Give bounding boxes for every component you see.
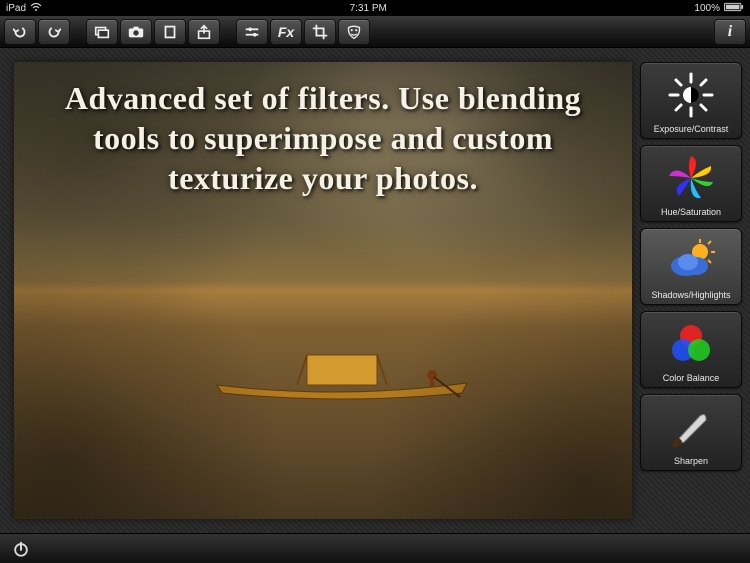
fx-label: Fx [278,24,294,40]
filter-label: Exposure/Contrast [654,124,729,134]
filter-label: Sharpen [674,456,708,466]
bottom-bar [0,533,750,563]
battery-pct: 100% [694,3,720,14]
main-area: Advanced set of filters. Use blending to… [0,48,750,533]
filter-exposure-contrast[interactable]: Exposure/Contrast [640,62,742,139]
battery-icon [724,2,744,15]
filters-panel: Exposure/Contrast [638,48,750,533]
canvas[interactable]: Advanced set of filters. Use blending to… [14,62,632,519]
status-bar: iPad 7:31 PM 100% [0,0,750,16]
filter-label: Color Balance [663,373,720,383]
rgb-circles-icon [665,318,717,370]
filter-hue-saturation[interactable]: Hue/Saturation [640,145,742,222]
crop-button[interactable] [304,19,336,45]
filter-shadows-highlights[interactable]: Shadows/Highlights [640,228,742,305]
filter-label: Shadows/Highlights [651,290,730,300]
top-toolbar: Fx i [0,16,750,48]
camera-button[interactable] [120,19,152,45]
filter-label: Hue/Saturation [661,207,721,217]
cloud-sun-icon [665,235,717,287]
share-button[interactable] [188,19,220,45]
layers-button[interactable] [86,19,118,45]
wifi-icon [30,2,42,15]
carrier-label: iPad [6,3,26,14]
power-button[interactable] [8,538,34,560]
brightness-icon [665,69,717,121]
info-button[interactable]: i [714,19,746,45]
redo-button[interactable] [38,19,70,45]
filter-color-balance[interactable]: Color Balance [640,311,742,388]
info-label: i [728,23,732,41]
aspect-button[interactable] [154,19,186,45]
fx-button[interactable]: Fx [270,19,302,45]
adjust-button[interactable] [236,19,268,45]
filter-sharpen[interactable]: Sharpen [640,394,742,471]
knife-icon [665,401,717,453]
undo-button[interactable] [4,19,36,45]
clock: 7:31 PM [350,3,387,14]
mask-button[interactable] [338,19,370,45]
overlay-text: Advanced set of filters. Use blending to… [44,78,602,198]
rainbow-swirl-icon [665,152,717,204]
